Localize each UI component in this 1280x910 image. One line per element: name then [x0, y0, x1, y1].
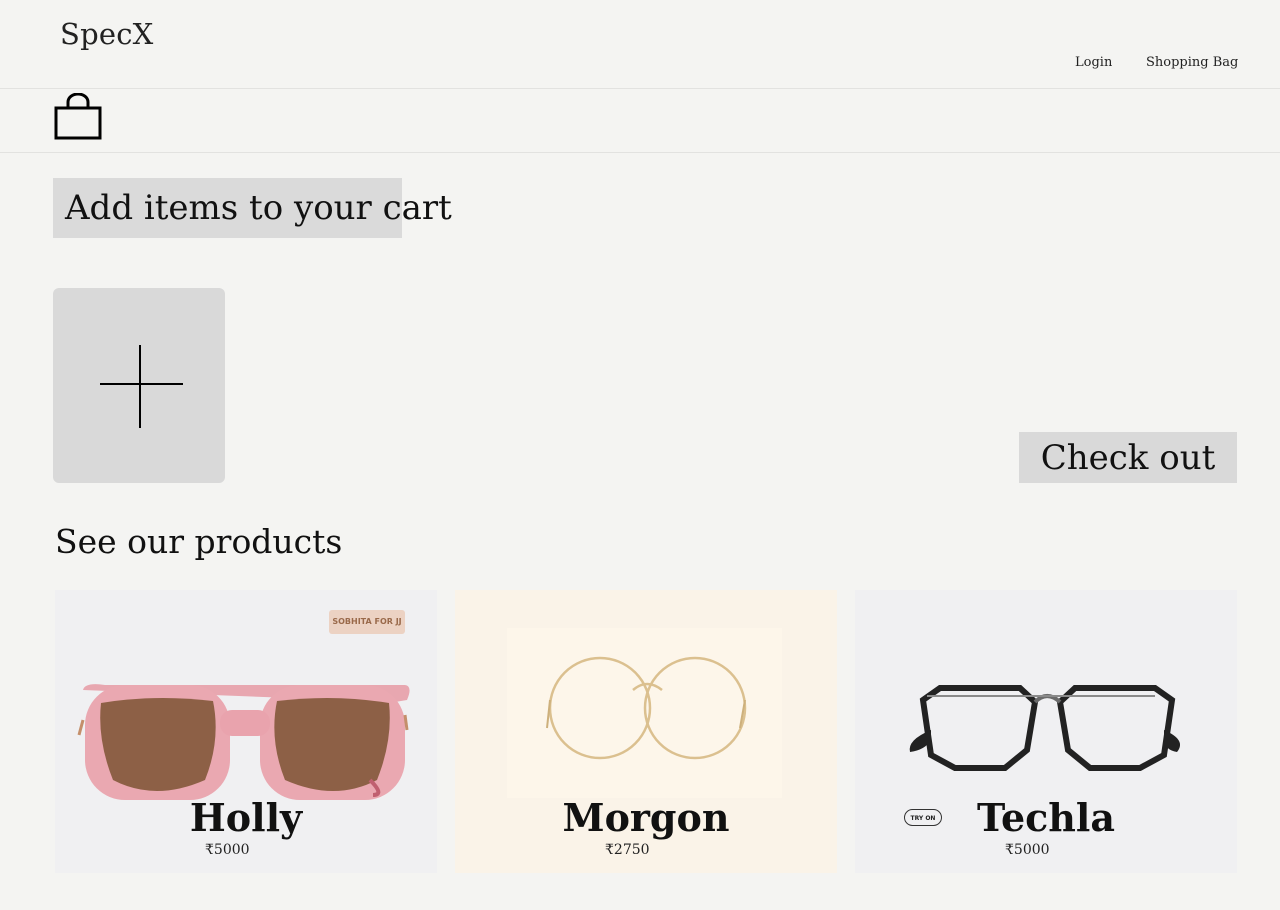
product-price: ₹5000 — [205, 842, 250, 858]
bag-bar — [0, 89, 1280, 153]
product-name: Holly — [189, 795, 303, 840]
plus-icon — [100, 383, 183, 385]
product-price: ₹2750 — [605, 842, 650, 858]
checkout-button[interactable]: Check out — [1019, 432, 1237, 483]
shopping-bag-icon[interactable] — [54, 93, 102, 141]
login-link[interactable]: Login — [1075, 55, 1112, 70]
shopping-bag-link[interactable]: Shopping Bag — [1146, 55, 1238, 70]
product-card-morgon[interactable]: Morgon ₹2750 — [455, 590, 837, 873]
products-heading: See our products — [55, 522, 343, 561]
product-name: Morgon — [562, 795, 730, 840]
brand-logo[interactable]: SpecX — [60, 17, 153, 51]
cart-title: Add items to your cart — [53, 178, 452, 238]
product-name: Techla — [977, 795, 1115, 840]
product-card-holly[interactable]: SOBHITA FOR JJ Holly ₹5000 — [55, 590, 437, 873]
top-header — [0, 0, 1280, 89]
product-card-techla[interactable]: TRY ON Techla ₹5000 — [855, 590, 1237, 873]
add-item-button[interactable] — [53, 288, 225, 483]
product-price: ₹5000 — [1005, 842, 1050, 858]
